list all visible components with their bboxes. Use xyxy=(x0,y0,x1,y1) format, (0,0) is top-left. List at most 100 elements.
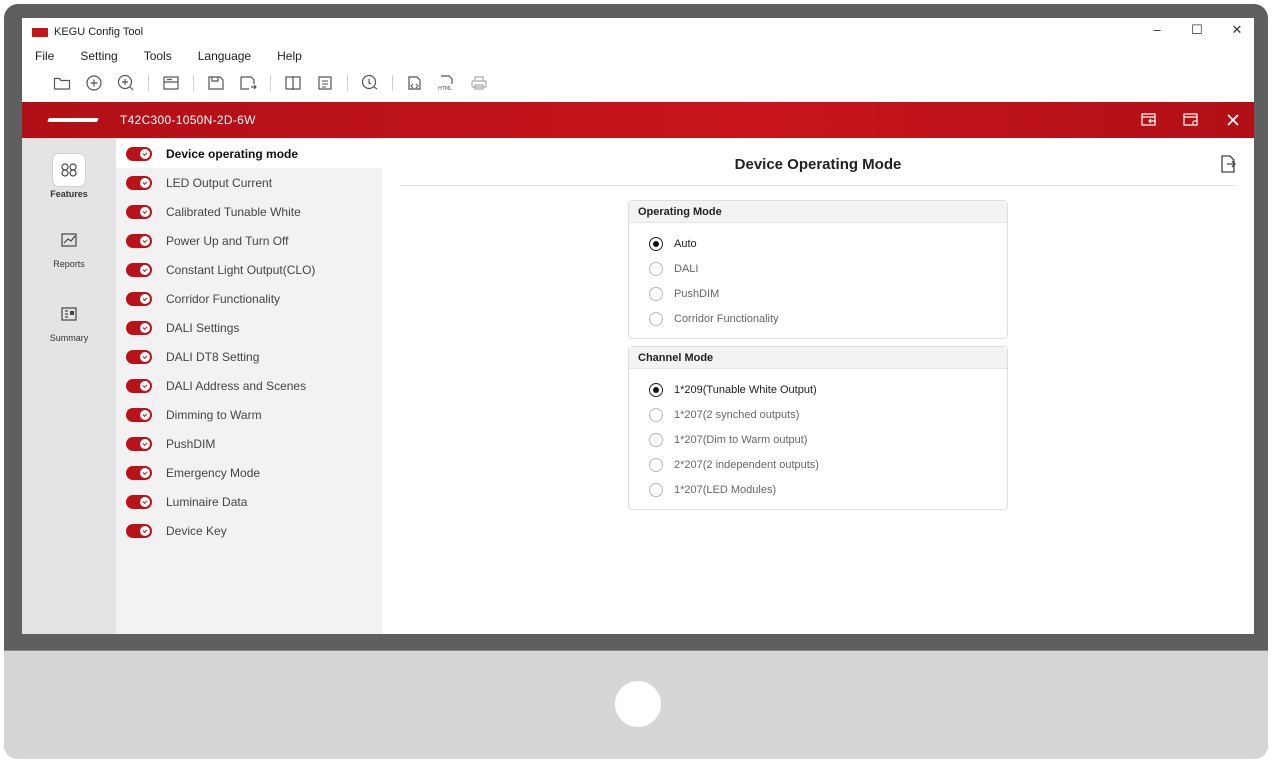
monitor-chin xyxy=(4,650,1268,759)
radio-button[interactable] xyxy=(649,432,663,447)
radio-option-independent[interactable]: 2*207(2 independent outputs) xyxy=(629,452,1007,477)
feature-item[interactable]: DALI DT8 Setting xyxy=(116,342,382,371)
radio-option-dali[interactable]: DALI xyxy=(629,256,1007,281)
feature-toggle[interactable] xyxy=(126,436,152,451)
feature-item[interactable]: DALI Address and Scenes xyxy=(116,371,382,400)
title-divider xyxy=(400,185,1236,186)
minimize-button[interactable]: – xyxy=(1150,22,1164,38)
radio-option-synched[interactable]: 1*207(2 synched outputs) xyxy=(629,402,1007,427)
feature-toggle[interactable] xyxy=(126,233,152,248)
radio-option-tunable-white[interactable]: 1*209(Tunable White Output) xyxy=(629,377,1007,402)
app-window: KEGU Config Tool – ☐ ✕ File Setting Tool… xyxy=(22,18,1254,634)
menu-setting[interactable]: Setting xyxy=(80,49,117,63)
feature-item[interactable]: Device operating mode xyxy=(116,139,382,168)
radio-button[interactable] xyxy=(649,382,663,397)
device-icon[interactable] xyxy=(155,71,187,95)
option-label: 1*207(LED Modules) xyxy=(674,483,777,496)
feature-label: Calibrated Tunable White xyxy=(166,204,301,219)
feature-item[interactable]: Corridor Functionality xyxy=(116,284,382,313)
summary-icon xyxy=(53,298,85,330)
feature-item[interactable]: Power Up and Turn Off xyxy=(116,226,382,255)
feature-toggle[interactable] xyxy=(126,494,152,509)
radio-button[interactable] xyxy=(649,407,663,422)
window-title: KEGU Config Tool xyxy=(54,26,144,38)
menu-file[interactable]: File xyxy=(35,49,54,63)
rail-features[interactable]: Features xyxy=(22,154,116,199)
panel-heading: Operating Mode xyxy=(629,201,1007,223)
menu-language[interactable]: Language xyxy=(198,49,251,63)
channel-mode-panel: Channel Mode 1*209(Tunable White Output)… xyxy=(628,346,1008,510)
feature-item[interactable]: Constant Light Output(CLO) xyxy=(116,255,382,284)
toolbar-divider xyxy=(270,75,271,91)
radio-button[interactable] xyxy=(649,286,663,301)
feature-toggle[interactable] xyxy=(126,523,152,538)
feature-item[interactable]: Calibrated Tunable White xyxy=(116,197,382,226)
print-icon[interactable] xyxy=(463,71,495,95)
close-window-button[interactable]: ✕ xyxy=(1230,22,1244,38)
radio-option-led-modules[interactable]: 1*207(LED Modules) xyxy=(629,477,1007,502)
feature-label: Device operating mode xyxy=(166,146,299,161)
feature-toggle[interactable] xyxy=(126,291,152,306)
radio-button[interactable] xyxy=(649,261,663,276)
feature-label: DALI Address and Scenes xyxy=(166,378,307,393)
radio-button[interactable] xyxy=(649,311,663,326)
feature-item[interactable]: DALI Settings xyxy=(116,313,382,342)
report-icon[interactable] xyxy=(309,71,341,95)
add-icon[interactable] xyxy=(110,71,142,95)
rail-summary[interactable]: Summary xyxy=(22,298,116,343)
radio-option-corridor[interactable]: Corridor Functionality xyxy=(629,306,1007,331)
feature-item[interactable]: Device Key xyxy=(116,516,382,545)
save-icon[interactable] xyxy=(200,71,232,95)
maximize-button[interactable]: ☐ xyxy=(1190,22,1204,38)
feature-item[interactable]: Luminaire Data xyxy=(116,487,382,516)
settings-config-icon[interactable] xyxy=(1178,108,1204,132)
feature-toggle[interactable] xyxy=(126,465,152,480)
rail-reports[interactable]: Reports xyxy=(22,224,116,269)
feature-label: Dimming to Warm xyxy=(166,407,262,422)
feature-label: DALI Settings xyxy=(166,320,240,335)
option-label: 2*207(2 independent outputs) xyxy=(674,458,819,471)
open-folder-icon[interactable] xyxy=(46,71,78,95)
feature-toggle[interactable] xyxy=(126,378,152,393)
main-content: Device Operating Mode Operating Mode Aut… xyxy=(382,138,1254,634)
feature-toggle[interactable] xyxy=(126,204,152,219)
device-name: T42C300-1050N-2D-6W xyxy=(120,113,256,127)
feature-item[interactable]: PushDIM xyxy=(116,429,382,458)
radio-option-pushdim[interactable]: PushDIM xyxy=(629,281,1007,306)
feature-list: Device operating mode LED Output Current… xyxy=(116,138,382,634)
rail-label: Summary xyxy=(49,333,89,343)
radio-button[interactable] xyxy=(649,236,663,251)
option-label: DALI xyxy=(674,262,699,275)
feature-item[interactable]: Emergency Mode xyxy=(116,458,382,487)
svg-text:HTML: HTML xyxy=(438,86,452,91)
device-actions xyxy=(1136,108,1246,132)
feature-label: Emergency Mode xyxy=(166,465,261,480)
export-icon[interactable] xyxy=(399,71,431,95)
refresh-icon[interactable] xyxy=(354,71,386,95)
feature-toggle[interactable] xyxy=(126,262,152,277)
import-config-icon[interactable] xyxy=(1136,108,1162,132)
feature-toggle[interactable] xyxy=(126,146,152,161)
feature-item[interactable]: Dimming to Warm xyxy=(116,400,382,429)
feature-toggle[interactable] xyxy=(126,349,152,364)
radio-option-auto[interactable]: Auto xyxy=(629,231,1007,256)
feature-item[interactable]: LED Output Current xyxy=(116,168,382,197)
menu-help[interactable]: Help xyxy=(277,49,302,63)
window-controls: – ☐ ✕ xyxy=(1150,22,1244,38)
compare-icon[interactable] xyxy=(277,71,309,95)
feature-toggle[interactable] xyxy=(126,407,152,422)
close-device-icon[interactable] xyxy=(1220,108,1246,132)
radio-option-dim-to-warm[interactable]: 1*207(Dim to Warm output) xyxy=(629,427,1007,452)
radio-button[interactable] xyxy=(649,457,663,472)
feature-toggle[interactable] xyxy=(126,175,152,190)
export-page-icon[interactable] xyxy=(1218,154,1240,176)
feature-label: Power Up and Turn Off xyxy=(166,233,289,248)
radio-button[interactable] xyxy=(649,482,663,497)
new-icon[interactable] xyxy=(78,71,110,95)
save-as-icon[interactable] xyxy=(232,71,264,95)
menu-tools[interactable]: Tools xyxy=(144,49,172,63)
toolbar-divider xyxy=(392,75,393,91)
feature-toggle[interactable] xyxy=(126,320,152,335)
html-icon[interactable]: HTML xyxy=(431,71,463,95)
feature-label: DALI DT8 Setting xyxy=(166,349,260,364)
